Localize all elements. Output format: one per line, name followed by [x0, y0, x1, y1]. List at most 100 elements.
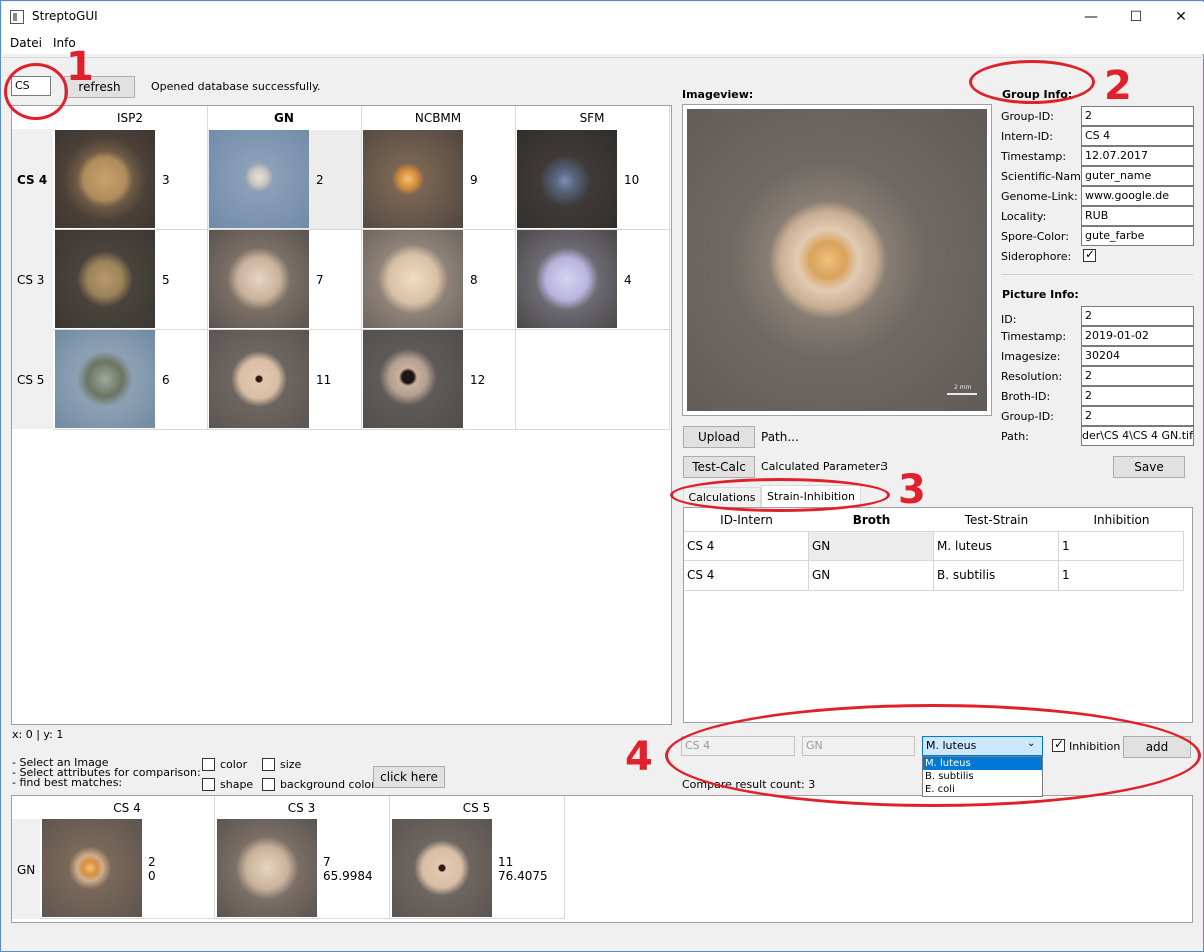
locality-field[interactable]: RUB: [1081, 206, 1194, 226]
genome-link-field[interactable]: www.google.de: [1081, 186, 1194, 206]
field-label: Resolution:: [1001, 370, 1063, 383]
table-cell[interactable]: 1: [1059, 531, 1184, 561]
field-label: Group-ID:: [1001, 110, 1054, 123]
image-id-label: 5: [162, 273, 170, 287]
result-id: 7: [323, 855, 331, 869]
imageview-image[interactable]: [687, 109, 987, 411]
table-cell[interactable]: 1: [1059, 561, 1184, 591]
thumbnail-sfm-cs4[interactable]: [517, 130, 617, 228]
field-label: ID:: [1001, 313, 1017, 326]
inhibition-table: ID-Intern Broth Test-Strain Inhibition C…: [683, 507, 1193, 723]
thumbnail-ncbmm-cs3[interactable]: [363, 230, 463, 328]
app-icon: [10, 10, 24, 24]
test-calc-button[interactable]: Test-Calc: [683, 456, 755, 478]
grid-line: [40, 918, 564, 919]
column-header-sfm[interactable]: SFM: [515, 111, 669, 125]
close-button[interactable]: ✕: [1158, 3, 1204, 31]
annotation-circle-1: [4, 63, 68, 120]
minimize-button[interactable]: —: [1068, 3, 1114, 31]
picture-group-id-field[interactable]: 2: [1081, 406, 1194, 426]
row-header-cs5[interactable]: CS 5: [17, 373, 44, 387]
result-thumbnail[interactable]: [217, 819, 317, 917]
thumbnail-gn-cs4[interactable]: [209, 130, 309, 228]
table-header-id-intern[interactable]: ID-Intern: [684, 513, 809, 527]
table-cell[interactable]: GN: [809, 561, 934, 591]
field-label: Path:: [1001, 430, 1029, 443]
scientific-name-field[interactable]: guter_name: [1081, 166, 1194, 186]
compare-results-panel: GN CS 4 CS 3 CS 5 2 0 7 65.9984 11 76.40…: [11, 795, 1193, 923]
siderophore-label: Siderophore:: [1001, 250, 1072, 263]
thumbnail-ncbmm-cs4[interactable]: [363, 130, 463, 228]
broth-id-field[interactable]: 2: [1081, 386, 1194, 406]
calculated-parameter-value: 3: [881, 460, 888, 473]
siderophore-checkbox[interactable]: [1083, 247, 1096, 262]
size-checkbox[interactable]: [262, 758, 275, 771]
grid-line: [53, 429, 669, 430]
result-header: CS 3: [287, 801, 316, 815]
field-label: Genome-Link:: [1001, 190, 1078, 203]
result-score: 65.9984: [323, 869, 373, 883]
thumbnail-isp2-cs5[interactable]: [55, 330, 155, 428]
image-id-label: 6: [162, 373, 170, 387]
intern-id-field[interactable]: CS 4: [1081, 126, 1194, 146]
column-header-ncbmm[interactable]: NCBMM: [361, 111, 515, 125]
table-header-inhibition[interactable]: Inhibition: [1059, 513, 1184, 527]
status-text: Opened database successfully.: [151, 80, 321, 93]
background-color-checkbox[interactable]: [262, 778, 275, 791]
image-id-label: 11: [316, 373, 332, 387]
column-header-isp2[interactable]: ISP2: [53, 111, 207, 125]
thumbnail-gn-cs3[interactable]: [209, 230, 309, 328]
grid-coordinates: x: 0 | y: 1: [12, 728, 64, 741]
annotation-circle-2: [969, 60, 1095, 104]
annotation-number-2: 2: [1104, 63, 1132, 109]
result-thumbnail[interactable]: [392, 819, 492, 917]
save-button[interactable]: Save: [1113, 456, 1185, 478]
spore-color-field[interactable]: gute_farbe: [1081, 226, 1194, 246]
shape-checkbox[interactable]: [202, 778, 215, 791]
field-label: Locality:: [1001, 210, 1047, 223]
picture-timestamp-field[interactable]: 2019-01-02: [1081, 326, 1194, 346]
menu-bar: Datei Info: [2, 32, 1204, 54]
image-id-label: 2: [316, 173, 324, 187]
annotation-circle-4: [665, 704, 1201, 807]
maximize-button[interactable]: ☐: [1113, 3, 1159, 31]
grid-line: [361, 106, 362, 429]
table-cell[interactable]: B. subtilis: [934, 561, 1059, 591]
imagesize-field[interactable]: 30204: [1081, 346, 1194, 366]
result-thumbnail[interactable]: [42, 819, 142, 917]
table-cell[interactable]: CS 4: [684, 531, 809, 561]
color-label: color: [220, 758, 248, 771]
image-id-label: 8: [470, 273, 478, 287]
row-header-cs3[interactable]: CS 3: [17, 273, 44, 287]
menu-datei[interactable]: Datei: [10, 36, 42, 50]
compare-button[interactable]: click here: [373, 766, 445, 788]
thumbnail-gn-cs5[interactable]: [209, 330, 309, 428]
path-field[interactable]: Bilder\CS 4\CS 4 GN.tif: [1081, 426, 1194, 446]
image-id-label: 10: [624, 173, 640, 187]
table-cell[interactable]: GN: [809, 531, 934, 561]
annotation-number-4: 4: [625, 734, 653, 780]
thumbnail-ncbmm-cs5[interactable]: [363, 330, 463, 428]
table-header-broth[interactable]: Broth: [809, 513, 934, 527]
resolution-field[interactable]: 2: [1081, 366, 1194, 386]
row-header-cs4[interactable]: CS 4: [17, 173, 47, 187]
group-id-field[interactable]: 2: [1081, 106, 1194, 126]
thumbnail-isp2-cs4[interactable]: [55, 130, 155, 228]
image-id-label: 3: [162, 173, 170, 187]
table-cell[interactable]: M. luteus: [934, 531, 1059, 561]
picture-id-field[interactable]: 2: [1081, 306, 1194, 326]
upload-button[interactable]: Upload: [683, 426, 755, 448]
color-checkbox[interactable]: [202, 758, 215, 771]
image-id-label: 7: [316, 273, 324, 287]
group-timestamp-field[interactable]: 12.07.2017: [1081, 146, 1194, 166]
thumbnail-isp2-cs3[interactable]: [55, 230, 155, 328]
annotation-circle-3: [670, 478, 890, 512]
picture-info-title: Picture Info:: [1002, 288, 1079, 301]
table-header-test-strain[interactable]: Test-Strain: [934, 513, 1059, 527]
window-title: StreptoGUI: [32, 9, 98, 23]
thumbnail-sfm-cs3[interactable]: [517, 230, 617, 328]
size-label: size: [280, 758, 302, 771]
table-cell[interactable]: CS 4: [684, 561, 809, 591]
column-header-gn[interactable]: GN: [207, 111, 361, 125]
result-id: 2: [148, 855, 156, 869]
